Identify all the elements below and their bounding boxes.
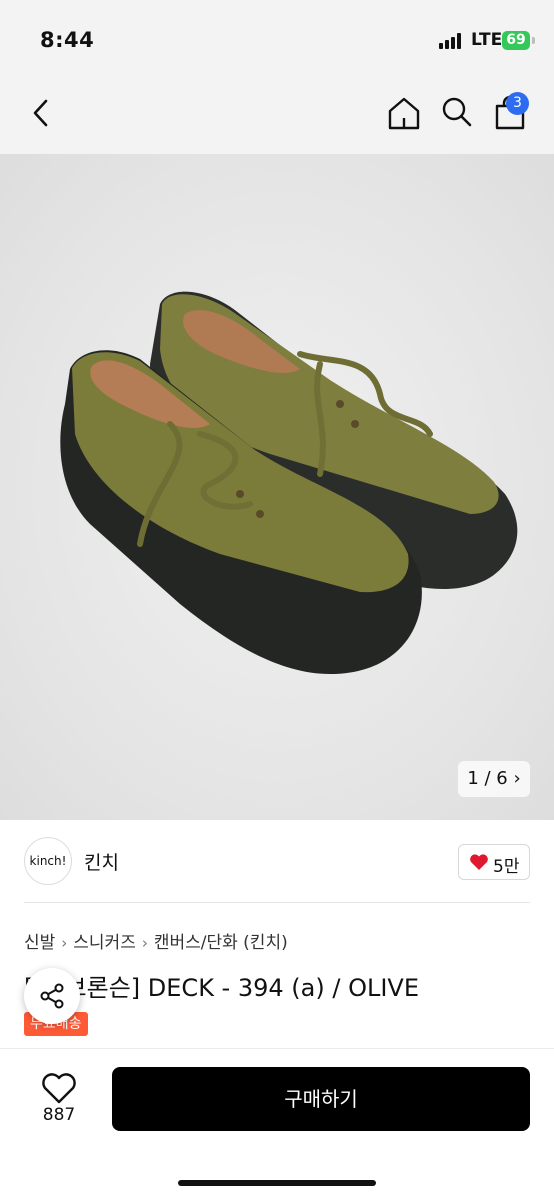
breadcrumb-item-sneakers[interactable]: 스니커즈 — [73, 933, 136, 953]
share-icon — [40, 983, 64, 1009]
breadcrumb: 신발 › 스니커즈 › 캔버스/단화 (킨치) — [24, 928, 288, 953]
shop-like-button[interactable]: 5만 — [458, 844, 530, 880]
product-title: [ ]x브론슨] DECK - 394 (a) / OLIVE — [24, 974, 419, 1002]
shop-like-count: 5만 — [493, 857, 520, 877]
status-time: 8:44 — [40, 28, 95, 52]
top-nav: 3 — [0, 80, 554, 154]
home-icon[interactable] — [386, 94, 422, 132]
battery-tip — [532, 37, 535, 44]
heart-icon — [470, 854, 488, 870]
wish-count: 887 — [42, 1105, 76, 1125]
search-icon[interactable] — [440, 94, 474, 130]
shop-logo[interactable]: kinch! — [24, 837, 72, 885]
status-bar: 8:44 LTE 69 — [0, 0, 554, 80]
breadcrumb-separator: › — [61, 934, 68, 952]
sneakers-image — [60, 291, 518, 674]
signal-icon — [439, 33, 465, 49]
home-indicator — [178, 1180, 376, 1186]
battery-level: 69 — [506, 32, 526, 48]
back-icon[interactable] — [26, 94, 60, 132]
breadcrumb-separator: › — [141, 934, 148, 952]
breadcrumb-item-shoes[interactable]: 신발 — [24, 933, 55, 953]
bottom-action-bar: 887 구매하기 — [0, 1048, 554, 1201]
breadcrumb-item-canvas[interactable]: 캔버스/단화 (킨치) — [154, 933, 288, 953]
cart-count-badge: 3 — [506, 92, 529, 115]
product-image[interactable]: 1 / 6 › — [0, 154, 554, 820]
divider — [24, 902, 530, 903]
buy-button[interactable]: 구매하기 — [112, 1067, 530, 1131]
battery-icon: 69 — [502, 31, 530, 50]
shop-name[interactable]: 킨치 — [84, 848, 119, 875]
heart-outline-icon[interactable] — [40, 1071, 78, 1105]
share-button[interactable] — [24, 968, 80, 1024]
gallery-pager[interactable]: 1 / 6 › — [458, 761, 530, 797]
shop-row[interactable]: kinch! 킨치 5만 — [0, 820, 554, 904]
network-label: LTE — [471, 30, 503, 50]
